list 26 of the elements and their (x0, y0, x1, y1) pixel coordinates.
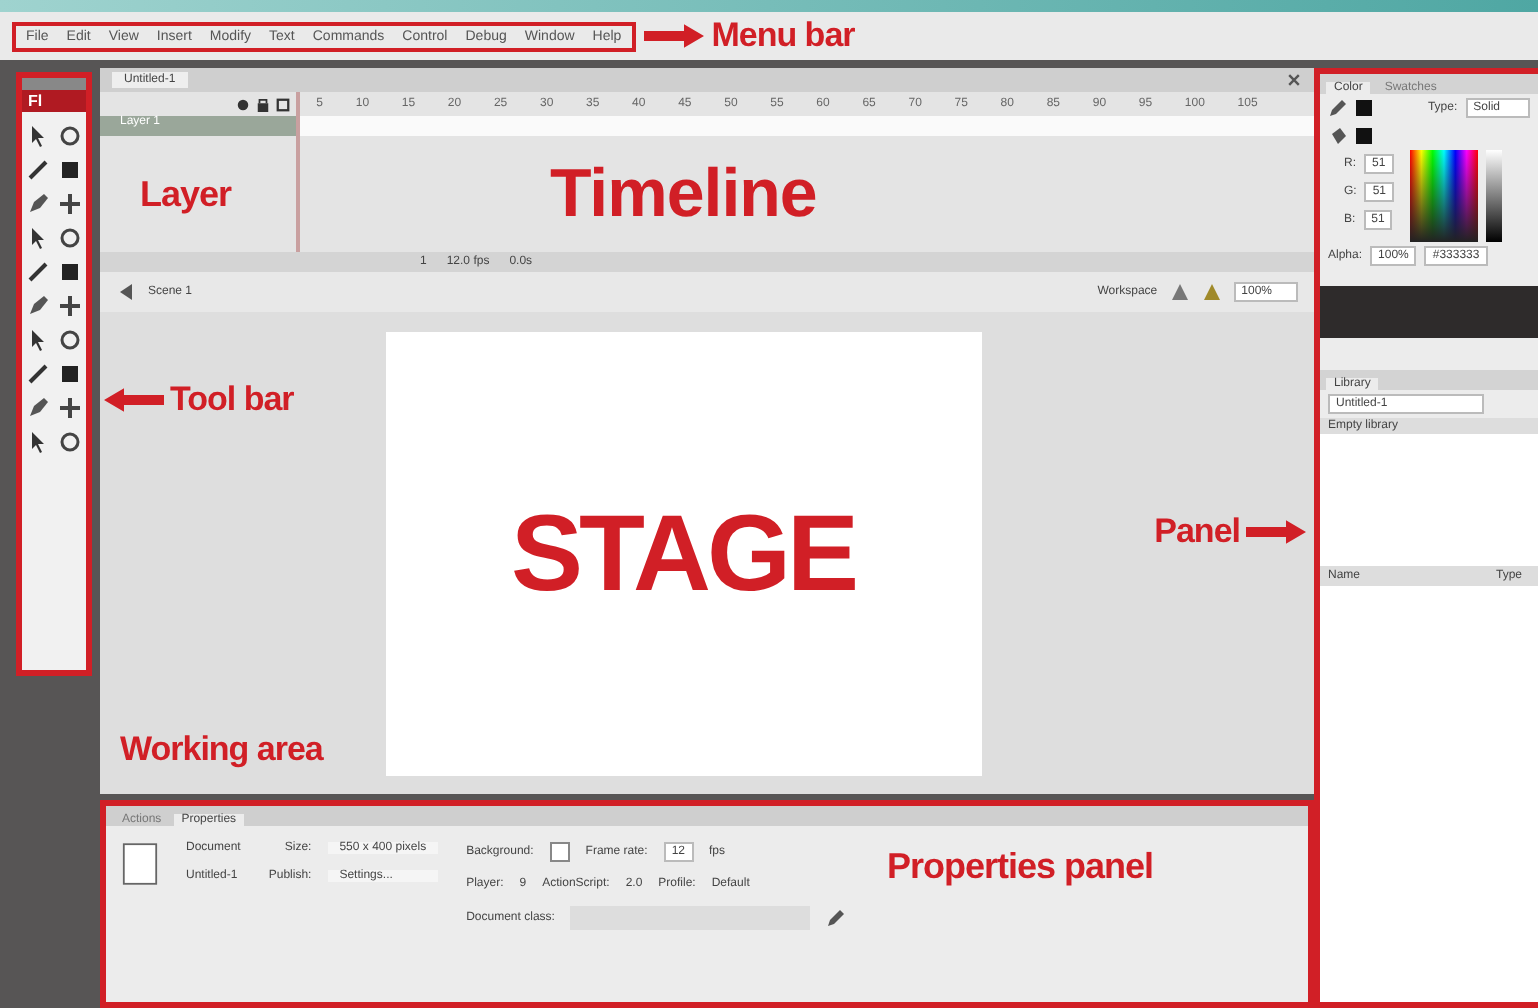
pointer-icon[interactable] (26, 124, 50, 148)
app-logo: Fl (22, 90, 86, 112)
background-color-swatch[interactable] (549, 842, 570, 862)
working-area-annotation: Working area (120, 730, 323, 770)
document-icon (122, 842, 158, 886)
tool-bar-annotation: Tool bar (170, 380, 294, 420)
tool-bar-header (22, 78, 86, 90)
eye-icon[interactable] (236, 97, 250, 111)
outline-icon[interactable] (276, 97, 290, 111)
pointer-arrow-icon (643, 24, 704, 48)
back-arrow-icon[interactable] (116, 282, 136, 302)
stroke-color-swatch[interactable] (1356, 100, 1372, 116)
pointer-arrow-icon (104, 388, 164, 412)
color-spectrum[interactable] (1410, 150, 1479, 242)
brightness-bar[interactable] (1486, 150, 1503, 242)
layer-annotation: Layer (140, 173, 232, 215)
pen-icon[interactable] (26, 192, 50, 216)
timeline-annotation: Timeline (550, 155, 817, 233)
close-icon[interactable] (1286, 72, 1302, 88)
menu-bar-annotation: Menu bar (711, 16, 855, 56)
pointer-arrow-icon (1246, 520, 1306, 544)
panel-annotation: Panel (1154, 512, 1240, 552)
stage-annotation: STAGE (510, 491, 855, 615)
fill-color-swatch[interactable] (1356, 128, 1372, 144)
properties-panel-annotation: Properties panel (886, 846, 1153, 888)
lock-icon[interactable] (256, 97, 270, 111)
